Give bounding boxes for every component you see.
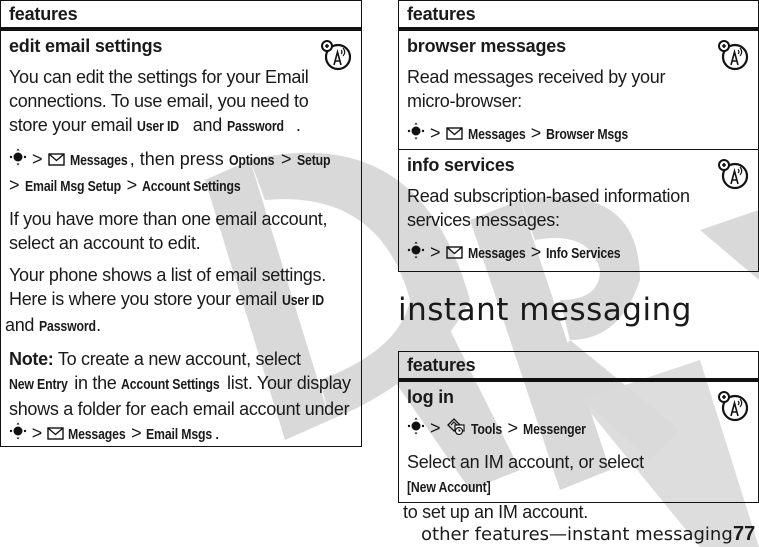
table-header: features [1, 1, 361, 31]
nav-key-icon [9, 422, 27, 446]
envelope-icon [445, 122, 463, 146]
text: to set up an IM account. [403, 502, 588, 522]
tools-label: Tools [470, 421, 502, 438]
network-service-icon [718, 391, 749, 422]
text: . [295, 115, 301, 135]
network-service-icon [718, 159, 749, 190]
separator: > [430, 418, 441, 438]
nav-key-icon [407, 417, 425, 441]
setup-label: Setup [296, 152, 331, 169]
note-text: Note: To create a new account, select Ne… [9, 347, 353, 447]
table-row-browser-messages: browser messages Read messages received … [399, 31, 758, 149]
separator: > [31, 423, 43, 443]
browser-msgs-label: Browser Msgs [546, 126, 629, 143]
separator: > [32, 149, 43, 169]
text: . [96, 315, 101, 335]
email-settings-table: features edit email settings You can edi… [0, 0, 362, 447]
messages-label: Messages [68, 426, 126, 443]
password-label: Password [226, 118, 284, 135]
im-account-text: Select an IM account, or select [New Acc… [403, 450, 750, 524]
instant-messaging-table: features log in > Tools > Messenger Sele… [398, 351, 759, 522]
messenger-label: Messenger [523, 421, 586, 438]
text: and [188, 115, 227, 135]
messages-label: Messages [467, 126, 526, 143]
nav-key-icon [407, 122, 425, 146]
browser-info-table: features browser messages Read messages … [398, 0, 759, 272]
account-settings-label: Account Settings [142, 178, 241, 195]
nav-key-icon [9, 148, 27, 172]
text: in the [69, 373, 122, 393]
separator: > [131, 423, 142, 443]
table-row-info-services: info services Read subscription-based in… [399, 149, 758, 272]
new-entry-label: New Entry [9, 376, 68, 393]
row-title: edit email settings [9, 36, 163, 56]
section-heading: instant messaging [398, 292, 692, 328]
menu-path: > Tools > Messenger [407, 416, 750, 442]
account-settings-label: Account Settings [121, 376, 220, 393]
row-title: log in [407, 387, 454, 407]
email-msg-setup-label: Email Msg Setup [24, 178, 121, 195]
network-service-icon [321, 40, 352, 71]
row-text: Read messages received by your micro-bro… [407, 67, 666, 111]
separator: > [507, 418, 518, 438]
options-label: Options [228, 152, 275, 169]
user-id-label: User ID [136, 118, 179, 135]
separator: > [430, 242, 441, 262]
menu-path: > Messages, then press Options > Setup >… [9, 147, 353, 199]
separator: > [281, 149, 292, 169]
password-label: Password [38, 318, 96, 335]
table-header: features [399, 352, 758, 382]
separator: > [530, 242, 542, 262]
page-number: 77 [733, 523, 756, 545]
text: , then press [129, 149, 229, 169]
separator: > [430, 123, 441, 143]
network-service-icon [718, 40, 749, 71]
envelope-icon [46, 422, 64, 446]
separator: > [530, 123, 542, 143]
text: and [5, 315, 39, 335]
text: Select an IM account, or select [407, 452, 644, 472]
separator: > [126, 175, 138, 195]
new-account-label: [New Account] [407, 479, 491, 496]
user-id-label: User ID [281, 292, 324, 309]
row-text: Read subscription-based information serv… [407, 186, 690, 230]
messages-label: Messages [69, 152, 128, 169]
multi-account-text: If you have more than one email account,… [9, 209, 328, 253]
info-services-label: Info Services [546, 245, 621, 262]
menu-path: > Messages > Info Services [407, 240, 750, 266]
menu-path: > Messages > Browser Msgs [407, 121, 750, 147]
messages-label: Messages [467, 245, 526, 262]
table-row-log-in: log in > Tools > Messenger Select an IM … [399, 382, 758, 530]
row-title: info services [407, 155, 515, 175]
nav-key-icon [407, 241, 425, 265]
table-header: features [399, 1, 758, 31]
note-label: Note: [9, 349, 54, 369]
envelope-icon [47, 148, 65, 172]
row-title: browser messages [407, 36, 566, 56]
table-row-edit-email-settings: edit email settings You can edit the set… [1, 31, 361, 453]
email-msgs-label: Email Msgs [146, 426, 213, 443]
tools-icon [446, 417, 466, 441]
text: . [214, 423, 220, 443]
envelope-icon [445, 241, 463, 265]
settings-list-text: Your phone shows a list of email setting… [5, 263, 353, 339]
text: To create a new account, select [53, 349, 301, 369]
separator: > [9, 175, 20, 195]
intro-text: You can edit the settings for your Email… [9, 65, 349, 139]
page-footer: other features—instant messaging [421, 524, 733, 545]
text: Your phone shows a list of email setting… [9, 265, 326, 309]
